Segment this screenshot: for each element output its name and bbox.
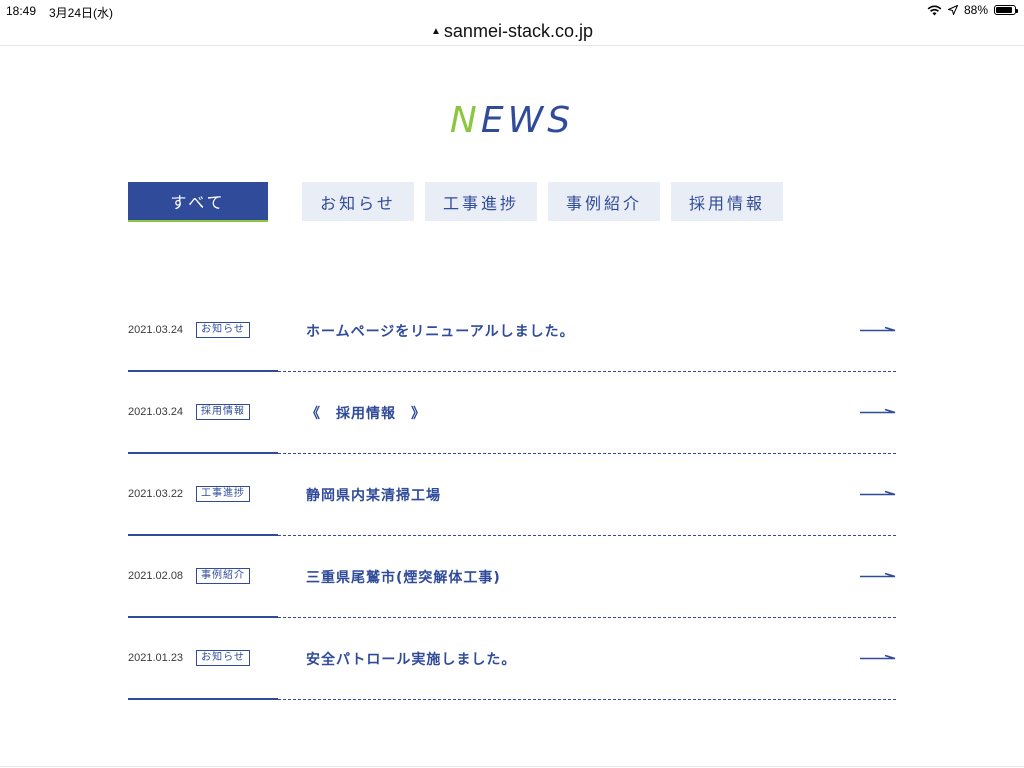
news-date: 2021.03.24 xyxy=(128,324,184,336)
arrow-right-icon xyxy=(860,654,896,660)
news-title[interactable]: 静岡県内某清掃工場 xyxy=(306,485,441,505)
news-item[interactable]: 2021.03.24 採用情報 《 採用情報 》 xyxy=(128,372,896,454)
news-category-badge: 工事進捗 xyxy=(196,486,250,502)
news-title[interactable]: 《 採用情報 》 xyxy=(306,403,426,423)
news-category-badge: お知らせ xyxy=(196,322,250,338)
url-text: sanmei-stack.co.jp xyxy=(443,20,593,41)
news-item[interactable]: 2021.03.22 工事進捗 静岡県内某清掃工場 xyxy=(128,454,896,536)
wifi-icon xyxy=(927,5,942,16)
status-right: 88% xyxy=(927,3,1018,17)
arrow-right-icon xyxy=(860,490,896,496)
tab-recruitment[interactable]: 採用情報 xyxy=(671,182,783,221)
news-item[interactable]: 2021.02.08 事例紹介 三重県尾鷲市(煙突解体工事) xyxy=(128,536,896,618)
news-category-badge: お知らせ xyxy=(196,650,250,666)
news-category-badge: 採用情報 xyxy=(196,404,250,420)
page-title-first-letter: N xyxy=(449,100,481,141)
tab-news[interactable]: お知らせ xyxy=(302,182,414,221)
news-category-badge: 事例紹介 xyxy=(196,568,250,584)
address-bar-divider xyxy=(0,45,1024,46)
news-item[interactable]: 2021.03.24 お知らせ ホームページをリニューアルしました。 xyxy=(128,290,896,372)
battery-percent: 88% xyxy=(963,3,988,17)
news-date: 2021.03.24 xyxy=(128,406,184,418)
address-bar[interactable]: ▲ sanmei-stack.co.jp xyxy=(0,17,1024,45)
tab-construction-progress[interactable]: 工事進捗 xyxy=(425,182,537,221)
news-title[interactable]: ホームページをリニューアルしました。 xyxy=(306,321,575,341)
news-date: 2021.02.08 xyxy=(128,570,184,582)
tab-all[interactable]: すべて xyxy=(128,182,268,222)
news-list: 2021.03.24 お知らせ ホームページをリニューアルしました。 2021.… xyxy=(128,290,896,700)
arrow-right-icon xyxy=(860,408,896,414)
lock-icon: ▲ xyxy=(431,25,441,37)
status-time: 18:49 xyxy=(6,4,37,18)
arrow-right-icon xyxy=(860,326,896,332)
news-date: 2021.03.22 xyxy=(128,488,184,500)
news-divider-accent xyxy=(128,698,278,700)
bottom-divider xyxy=(0,766,1024,767)
news-item[interactable]: 2021.01.23 お知らせ 安全パトロール実施しました。 xyxy=(128,618,896,700)
news-title[interactable]: 安全パトロール実施しました。 xyxy=(306,649,516,669)
battery-icon xyxy=(994,5,1018,15)
page-title: NEWS xyxy=(0,100,1024,141)
news-title[interactable]: 三重県尾鷲市(煙突解体工事) xyxy=(306,567,501,587)
page-title-rest: EWS xyxy=(480,100,575,141)
news-date: 2021.01.23 xyxy=(128,652,184,664)
location-arrow-icon xyxy=(947,5,958,15)
arrow-right-icon xyxy=(860,572,896,578)
tab-case-studies[interactable]: 事例紹介 xyxy=(548,182,660,221)
